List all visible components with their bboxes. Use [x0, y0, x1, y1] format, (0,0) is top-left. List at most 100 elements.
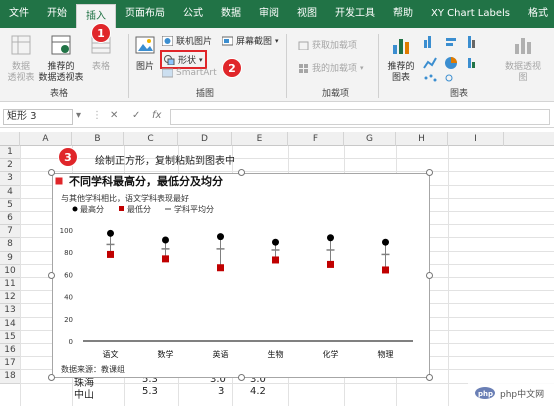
column-header[interactable]: D: [178, 132, 232, 146]
smartart-icon: [162, 68, 173, 78]
column-header[interactable]: G: [344, 132, 396, 146]
tab-10[interactable]: XY Chart Labels: [422, 0, 519, 28]
recommended-pivot-button[interactable]: 推荐的 数据透视表: [38, 34, 84, 84]
resize-handle[interactable]: [48, 374, 55, 381]
shapes-icon: [164, 54, 175, 65]
php-logo-icon: php: [475, 387, 495, 399]
x-category-label: 生物: [268, 349, 284, 359]
row-header[interactable]: 2: [0, 159, 20, 173]
row-header[interactable]: 13: [0, 304, 20, 318]
column-header[interactable]: C: [124, 132, 178, 146]
resize-handle[interactable]: [426, 374, 433, 381]
step-badge: 1: [91, 23, 111, 43]
row-header[interactable]: 1: [0, 146, 20, 160]
chart-subtitle: 与其他学科相比，语文学科表现最好: [61, 193, 189, 203]
tab-3[interactable]: 页面布局: [116, 0, 174, 28]
row18-value[interactable]: 3: [218, 386, 224, 397]
formula-input[interactable]: [170, 109, 550, 125]
row-header[interactable]: 7: [0, 225, 20, 239]
my-addins-button[interactable]: 我的加载项 ▾: [298, 61, 364, 74]
column-header[interactable]: E: [232, 132, 288, 146]
pivot-chart-button[interactable]: 数据透视 图: [498, 34, 548, 84]
watermark-text: php中文网: [500, 389, 545, 400]
tab-0[interactable]: 文件: [0, 0, 38, 28]
tab-4[interactable]: 公式: [174, 0, 212, 28]
legend-min-marker: [119, 206, 124, 211]
pivot-table-icon: [11, 35, 31, 55]
row-header[interactable]: 4: [0, 185, 20, 199]
red-square-shape[interactable]: [54, 176, 64, 186]
column-header[interactable]: B: [72, 132, 124, 146]
recommended-charts-label: 推荐的 图表: [387, 62, 415, 83]
x-category-label: 物理: [378, 349, 394, 359]
x-category-label: 语文: [103, 349, 119, 359]
recommended-charts-button[interactable]: 推荐的 图表: [384, 34, 418, 84]
online-picture-button[interactable]: 联机图片: [162, 34, 212, 47]
resize-handle[interactable]: [48, 272, 55, 279]
cancel-icon[interactable]: ✕: [110, 110, 118, 121]
column-header[interactable]: H: [396, 132, 448, 146]
resize-handle[interactable]: [238, 374, 245, 381]
tab-1[interactable]: 开始: [38, 0, 76, 28]
online-picture-icon: [162, 35, 173, 46]
column-header[interactable]: A: [20, 132, 72, 146]
plot-area[interactable]: 0 20 40 60 80 100 语文 数学 英语 生物 化学 物理: [60, 227, 413, 359]
tab-8[interactable]: 开发工具: [326, 0, 384, 28]
addins-icon: [299, 63, 308, 73]
group-separator: [128, 34, 129, 98]
chart-gallery-icon[interactable]: [422, 34, 490, 84]
chart-source: 数据来源：教课组: [61, 364, 125, 374]
row-header[interactable]: 17: [0, 357, 20, 371]
column-header[interactable]: F: [288, 132, 344, 146]
max-point: [162, 236, 169, 244]
row18-label[interactable]: 中山: [74, 386, 94, 401]
screenshot-button[interactable]: 屏幕截图 ▾: [222, 34, 279, 47]
x-category-label: 英语: [213, 349, 229, 359]
row-header[interactable]: 14: [0, 317, 20, 331]
enter-icon[interactable]: ✓: [132, 110, 140, 121]
pivot-table-button[interactable]: 数据 透视表: [4, 34, 38, 84]
row18-value[interactable]: 4.2: [250, 386, 266, 397]
function-icon[interactable]: fx: [152, 110, 161, 121]
max-point: [327, 234, 334, 242]
row-header[interactable]: 11: [0, 278, 20, 292]
row-header[interactable]: 3: [0, 172, 20, 186]
column-gridline: [20, 146, 21, 406]
row-header[interactable]: 15: [0, 330, 20, 344]
row-header[interactable]: 6: [0, 212, 20, 226]
tab-6[interactable]: 审阅: [250, 0, 288, 28]
row-header[interactable]: 12: [0, 291, 20, 305]
recommended-pivot-label: 推荐的 数据透视表: [38, 62, 84, 83]
row-header[interactable]: 10: [0, 264, 20, 278]
watermark: php php中文网: [468, 380, 554, 406]
tab-9[interactable]: 帮助: [384, 0, 422, 28]
row18-value[interactable]: 5.3: [142, 386, 158, 397]
y-tick-label: 100: [60, 227, 73, 235]
step-badge: 3: [58, 147, 78, 167]
tab-7[interactable]: 视图: [288, 0, 326, 28]
row-header[interactable]: 18: [0, 370, 20, 384]
tab-11[interactable]: 格式: [519, 0, 554, 28]
chart-area[interactable]: 不同学科最高分，最低分及均分 与其他学科相比，语文学科表现最好 最高分 最低分 学科…: [52, 173, 430, 378]
row-header[interactable]: 9: [0, 251, 20, 265]
column-header[interactable]: I: [448, 132, 504, 146]
row-header[interactable]: 5: [0, 198, 20, 212]
instruction-cell[interactable]: 绘制正方形，复制粘贴到图表中: [95, 152, 235, 167]
resize-handle[interactable]: [426, 169, 433, 176]
select-all-corner[interactable]: [0, 132, 20, 146]
chevron-down-icon[interactable]: ▾: [76, 110, 81, 121]
row-header[interactable]: 16: [0, 344, 20, 358]
min-point: [107, 250, 114, 258]
name-box[interactable]: 矩形 3: [3, 109, 73, 125]
shapes-button[interactable]: 形状 ▾: [160, 50, 207, 69]
y-tick-label: 40: [64, 294, 73, 302]
legend-min-label: 最低分: [127, 204, 151, 214]
smartart-button[interactable]: SmartArt: [162, 68, 217, 78]
resize-handle[interactable]: [48, 169, 55, 176]
get-addins-button[interactable]: 获取加载项: [298, 38, 357, 51]
row-header[interactable]: 8: [0, 238, 20, 252]
tab-5[interactable]: 数据: [212, 0, 250, 28]
resize-handle[interactable]: [426, 272, 433, 279]
picture-button[interactable]: 图片: [132, 34, 158, 73]
resize-handle[interactable]: [238, 169, 245, 176]
